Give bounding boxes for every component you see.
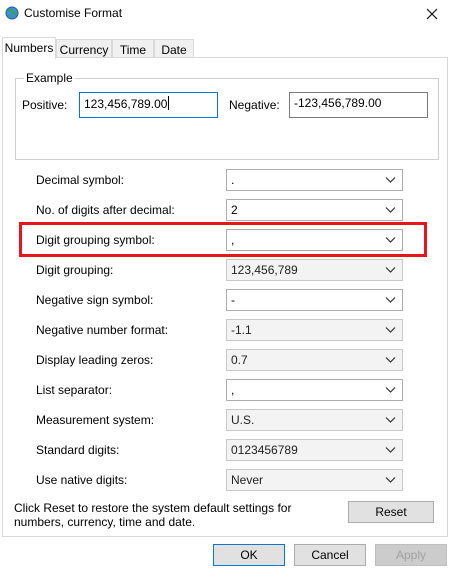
list-separator-label: List separator: xyxy=(36,383,113,397)
negative-example-field[interactable]: -123,456,789.00 xyxy=(289,92,428,118)
example-group: Example Positive: 123,456,789.00 Negativ… xyxy=(15,71,439,160)
digit-grouping-dropdown[interactable]: 123,456,789 xyxy=(226,259,403,281)
digits-after-decimal-label: No. of digits after decimal: xyxy=(36,203,175,217)
chevron-down-icon xyxy=(385,357,396,363)
close-button[interactable] xyxy=(412,0,452,28)
chevron-down-icon xyxy=(385,177,396,183)
cancel-button[interactable]: Cancel xyxy=(294,544,366,566)
positive-label: Positive: xyxy=(22,98,68,112)
tab-currency[interactable]: Currency xyxy=(56,39,112,58)
reset-button[interactable]: Reset xyxy=(348,501,434,523)
window-title: Customise Format xyxy=(24,6,123,20)
negative-number-format-label: Negative number format: xyxy=(36,323,169,337)
negative-number-format-dropdown[interactable]: -1.1 xyxy=(226,319,403,341)
decimal-symbol-label: Decimal symbol: xyxy=(36,173,125,187)
measurement-system-label: Measurement system: xyxy=(36,413,155,427)
list-separator-dropdown[interactable]: , xyxy=(226,379,403,401)
apply-button[interactable]: Apply xyxy=(375,544,447,566)
chevron-down-icon xyxy=(385,327,396,333)
use-native-digits-dropdown[interactable]: Never xyxy=(226,469,403,491)
display-leading-zeros-label: Display leading zeros: xyxy=(36,353,154,367)
negative-label: Negative: xyxy=(229,98,280,112)
chevron-down-icon xyxy=(385,297,396,303)
ok-button[interactable]: OK xyxy=(213,544,285,566)
digits-after-decimal-dropdown[interactable]: 2 xyxy=(226,199,403,221)
chevron-down-icon xyxy=(385,477,396,483)
use-native-digits-label: Use native digits: xyxy=(36,473,128,487)
chevron-down-icon xyxy=(385,447,396,453)
negative-sign-symbol-dropdown[interactable]: - xyxy=(226,289,403,311)
measurement-system-dropdown[interactable]: U.S. xyxy=(226,409,403,431)
decimal-symbol-dropdown[interactable]: . xyxy=(226,169,403,191)
digit-grouping-label: Digit grouping: xyxy=(36,263,114,277)
example-group-label: Example xyxy=(24,71,75,85)
chevron-down-icon xyxy=(385,387,396,393)
negative-sign-symbol-label: Negative sign symbol: xyxy=(36,293,154,307)
close-icon xyxy=(426,8,438,20)
chevron-down-icon xyxy=(385,207,396,213)
positive-example-field[interactable]: 123,456,789.00 xyxy=(79,92,218,118)
standard-digits-dropdown[interactable]: 0123456789 xyxy=(226,439,403,461)
tab-numbers[interactable]: Numbers xyxy=(2,37,56,59)
chevron-down-icon xyxy=(385,417,396,423)
reset-note: Click Reset to restore the system defaul… xyxy=(14,501,292,529)
tab-time[interactable]: Time xyxy=(112,39,154,58)
highlight-box xyxy=(19,222,427,257)
standard-digits-label: Standard digits: xyxy=(36,443,120,457)
globe-icon xyxy=(5,6,19,20)
display-leading-zeros-dropdown[interactable]: 0.7 xyxy=(226,349,403,371)
title-bar: Customise Format xyxy=(0,0,452,28)
tab-date[interactable]: Date xyxy=(154,39,194,58)
chevron-down-icon xyxy=(385,267,396,273)
